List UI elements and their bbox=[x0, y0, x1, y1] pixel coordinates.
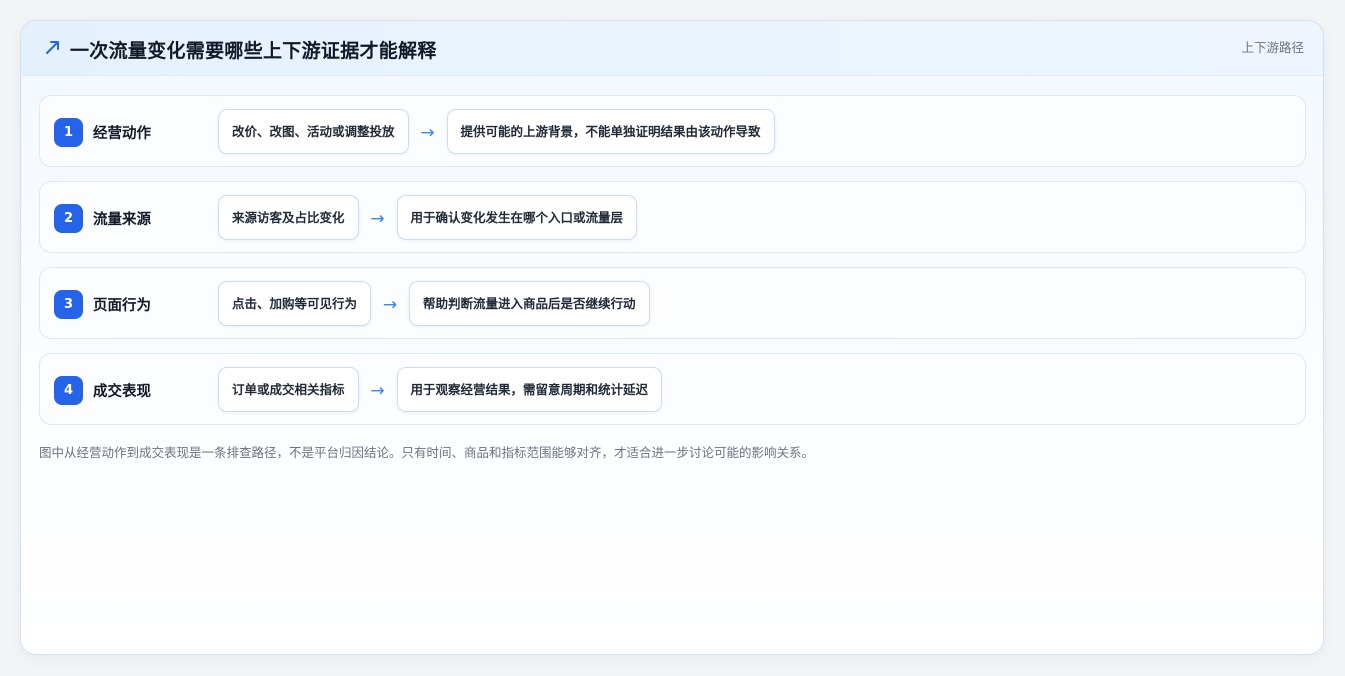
step-label: 成交表现 bbox=[93, 384, 151, 400]
step-row-1: 1 经营动作 改价、改图、活动或调整投放 → 提供可能的上游背景，不能单独证明结… bbox=[39, 95, 1306, 167]
trend-arrow-icon bbox=[43, 37, 63, 57]
step-flow: 点击、加购等可见行为 → 帮助判断流量进入商品后是否继续行动 bbox=[218, 281, 650, 326]
step-row-4: 4 成交表现 订单或成交相关指标 → 用于观察经营结果，需留意周期和统计延迟 bbox=[39, 353, 1306, 425]
step-number-badge: 1 bbox=[54, 118, 83, 147]
step-label: 流量来源 bbox=[93, 212, 151, 228]
step-number-badge: 3 bbox=[54, 290, 83, 319]
step-label: 经营动作 bbox=[93, 126, 151, 142]
step-number-badge: 2 bbox=[54, 204, 83, 233]
step-row-3: 3 页面行为 点击、加购等可见行为 → 帮助判断流量进入商品后是否继续行动 bbox=[39, 267, 1306, 339]
step-flow: 来源访客及占比变化 → 用于确认变化发生在哪个入口或流量层 bbox=[218, 195, 638, 240]
step-number-badge: 4 bbox=[54, 376, 83, 405]
evidence-pill: 改价、改图、活动或调整投放 bbox=[218, 109, 409, 154]
meaning-pill: 用于观察经营结果，需留意周期和统计延迟 bbox=[396, 367, 663, 412]
evidence-pill: 订单或成交相关指标 bbox=[218, 367, 359, 412]
step-row-2: 2 流量来源 来源访客及占比变化 → 用于确认变化发生在哪个入口或流量层 bbox=[39, 181, 1306, 253]
card-header: 一次流量变化需要哪些上下游证据才能解释 上下游路径 bbox=[21, 21, 1323, 76]
step-label: 页面行为 bbox=[93, 298, 151, 314]
header-tag: 上下游路径 bbox=[1241, 40, 1304, 55]
evidence-pill: 点击、加购等可见行为 bbox=[218, 281, 372, 326]
meaning-pill: 用于确认变化发生在哪个入口或流量层 bbox=[396, 195, 638, 240]
steps-list: 1 经营动作 改价、改图、活动或调整投放 → 提供可能的上游背景，不能单独证明结… bbox=[39, 95, 1306, 439]
right-arrow-icon: → bbox=[370, 381, 385, 401]
right-arrow-icon: → bbox=[382, 295, 398, 315]
footnote: 图中从经营动作到成交表现是一条排查路径，不是平台归因结论。只有时间、商品和指标范… bbox=[39, 445, 815, 460]
right-arrow-icon: → bbox=[370, 209, 385, 229]
evidence-pill: 来源访客及占比变化 bbox=[218, 195, 359, 240]
step-flow: 改价、改图、活动或调整投放 → 提供可能的上游背景，不能单独证明结果由该动作导致 bbox=[218, 109, 775, 154]
page-title: 一次流量变化需要哪些上下游证据才能解释 bbox=[70, 40, 437, 62]
meaning-pill: 帮助判断流量进入商品后是否继续行动 bbox=[409, 281, 650, 326]
meaning-pill: 提供可能的上游背景，不能单独证明结果由该动作导致 bbox=[446, 109, 775, 154]
step-flow: 订单或成交相关指标 → 用于观察经营结果，需留意周期和统计延迟 bbox=[218, 367, 663, 412]
right-arrow-icon: → bbox=[420, 123, 435, 143]
diagram-card: 一次流量变化需要哪些上下游证据才能解释 上下游路径 1 经营动作 改价、改图、活… bbox=[20, 20, 1324, 655]
